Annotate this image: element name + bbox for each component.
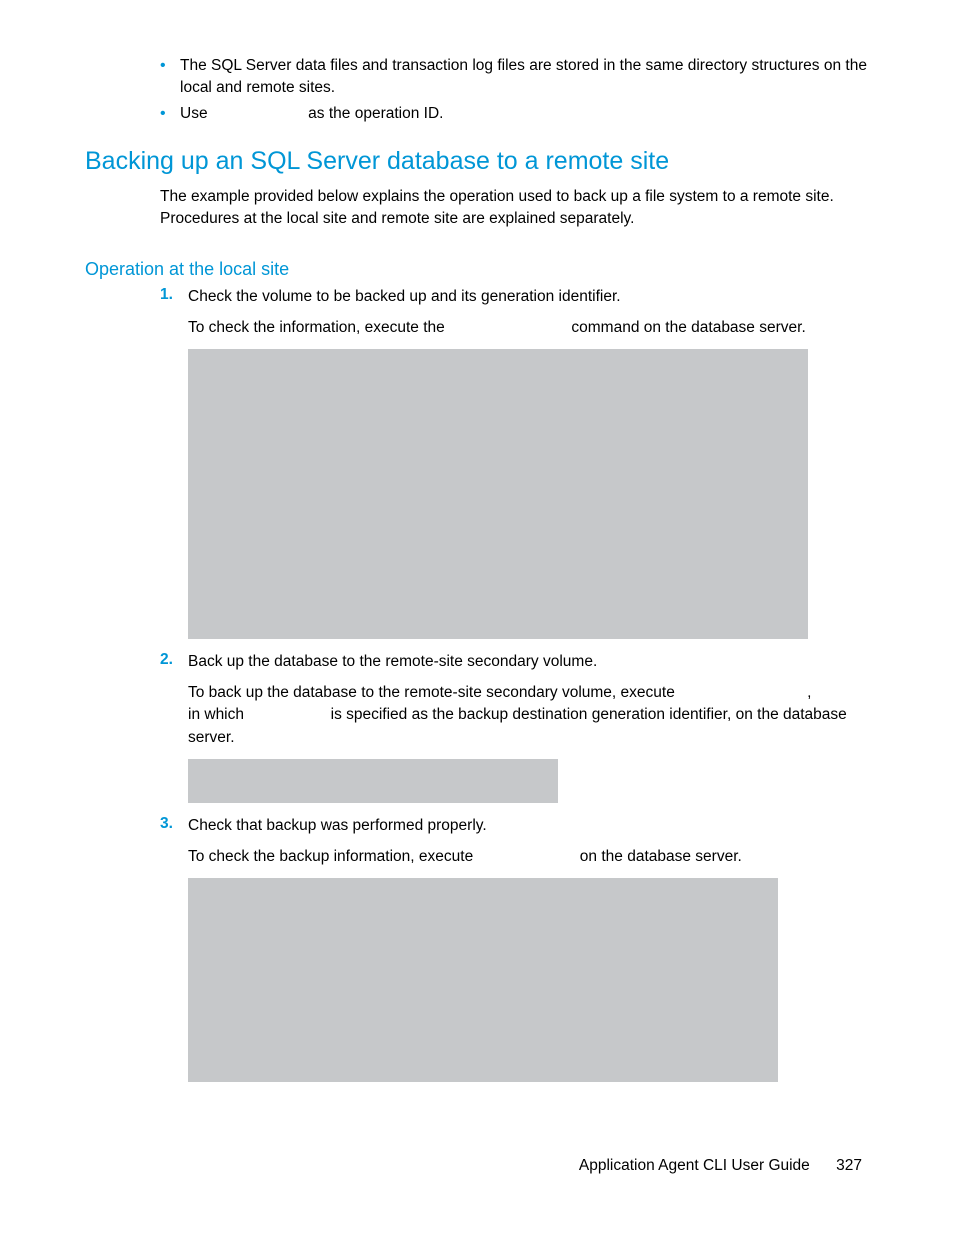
subsection-heading: Operation at the local site [85, 259, 869, 280]
step-title: Back up the database to the remote-site … [188, 651, 869, 673]
body-pre: To check the backup information, execute [188, 848, 478, 865]
body-pre: To back up the database to the remote-si… [188, 684, 679, 701]
intro-bullet-list: The SQL Server data files and transactio… [85, 55, 869, 125]
code-block [188, 759, 558, 803]
page-number: 327 [836, 1157, 862, 1174]
body-post: , [807, 684, 811, 701]
body-post: command on the database server. [567, 319, 806, 336]
body-line2-mid: is specified as the backup destination g… [326, 706, 846, 723]
step-1: Check the volume to be backed up and its… [160, 286, 869, 639]
body-line3: server. [188, 729, 235, 746]
step-title: Check that backup was performed properly… [188, 815, 869, 837]
step-body: To back up the database to the remote-si… [188, 682, 869, 749]
document-page: The SQL Server data files and transactio… [0, 0, 954, 1235]
step-title: Check the volume to be backed up and its… [188, 286, 869, 308]
bullet-item: Use as the operation ID. [180, 103, 869, 125]
step-body: To check the information, execute the co… [188, 317, 869, 339]
bullet-text-post: as the operation ID. [304, 105, 444, 122]
body-post: on the database server. [576, 848, 742, 865]
step-body: To check the backup information, execute… [188, 846, 869, 868]
numbered-steps: Check the volume to be backed up and its… [85, 286, 869, 1082]
page-footer: Application Agent CLI User Guide 327 [579, 1157, 862, 1175]
body-line2-pre: in which [188, 706, 248, 723]
body-pre: To check the information, execute the [188, 319, 449, 336]
code-block [188, 878, 778, 1082]
bullet-item: The SQL Server data files and transactio… [180, 55, 869, 98]
step-3: Check that backup was performed properly… [160, 815, 869, 1082]
footer-title: Application Agent CLI User Guide [579, 1157, 810, 1174]
bullet-text-pre: Use [180, 105, 212, 122]
section-heading: Backing up an SQL Server database to a r… [85, 147, 869, 176]
bullet-text: The SQL Server data files and transactio… [180, 57, 867, 96]
step-2: Back up the database to the remote-site … [160, 651, 869, 803]
section-intro-text: The example provided below explains the … [160, 186, 869, 229]
code-block [188, 349, 808, 639]
